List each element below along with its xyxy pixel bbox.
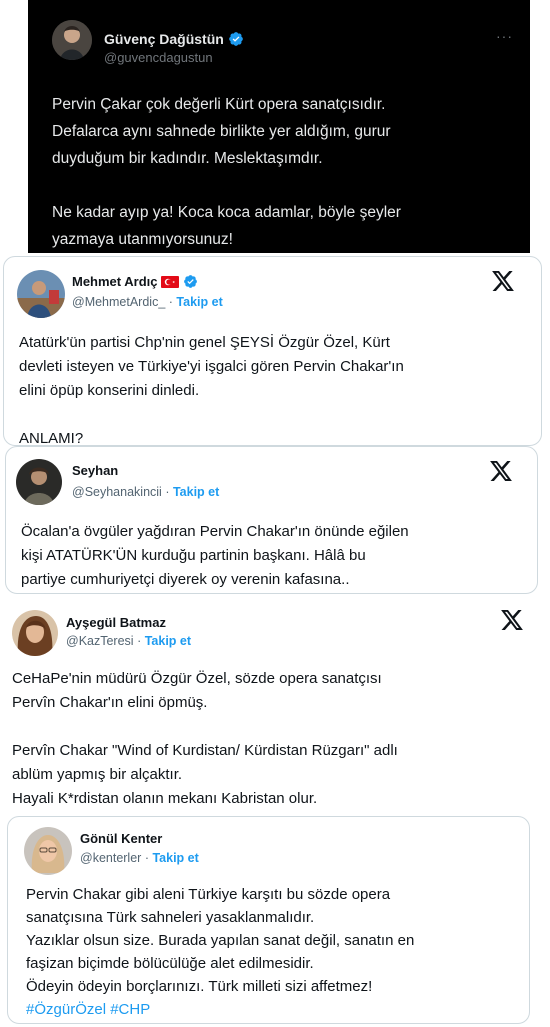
follow-button[interactable]: Takip et: [173, 485, 219, 499]
separator-dot: ·: [144, 851, 149, 865]
verified-badge-icon: [228, 31, 244, 50]
tweet-card-guvenc: Güvenç Dağüstün @guvencdagustun ··· Perv…: [28, 0, 530, 253]
avatar-image: [24, 827, 72, 875]
tweet-text: Pervin Çakar çok değerli Kürt opera sana…: [52, 91, 401, 253]
tweet-line: CeHaPe'nin müdürü Özgür Özel, sözde oper…: [12, 670, 382, 687]
avatar[interactable]: [52, 20, 92, 60]
hashtag-link[interactable]: #CHP: [110, 1001, 150, 1018]
hashtag-line: #ÖzgürÖzel #CHP: [26, 998, 414, 1021]
separator-dot: ·: [137, 634, 142, 648]
author-name[interactable]: Ayşegül Batmaz: [66, 615, 166, 630]
author-handle-row: @Seyhanakincii · Takip et: [72, 485, 219, 499]
avatar[interactable]: [12, 610, 58, 656]
author-handle[interactable]: @MehmetArdic_: [72, 295, 165, 309]
x-logo-icon[interactable]: [492, 271, 514, 296]
tweet-card-mehmet: Mehmet Ardıç @MehmetArdic_ · Takip et At…: [3, 256, 542, 446]
tweet-line: partiye cumhuriyetçi diyerek oy verenin …: [21, 571, 350, 588]
more-options-icon[interactable]: ···: [496, 28, 513, 44]
author-handle-row: @kenterler · Takip et: [80, 851, 199, 865]
tweet-line: elini öpüp konserini dinledi.: [19, 382, 200, 399]
tweet-line: ablüm yapmış bir alçaktır.: [12, 766, 183, 783]
separator-dot: ·: [168, 295, 173, 309]
author-name[interactable]: Güvenç Dağüstün: [104, 31, 244, 50]
author-name[interactable]: Seyhan: [72, 463, 118, 478]
author-name[interactable]: Mehmet Ardıç: [72, 274, 198, 292]
tweet-text: Pervin Chakar gibi aleni Türkiye karşıtı…: [26, 883, 414, 1021]
author-name[interactable]: Gönül Kenter: [80, 831, 162, 846]
tweet-line: Atatürk'ün partisi Chp'nin genel ŞEYSİ Ö…: [19, 334, 390, 351]
author-handle[interactable]: @Seyhanakincii: [72, 485, 162, 499]
tweet-card-seyhan: Seyhan @Seyhanakincii · Takip et Öcalan'…: [5, 446, 538, 594]
tweet-text: Öcalan'a övgüler yağdıran Pervin Chakar'…: [21, 520, 409, 592]
author-handle[interactable]: @guvencdagustun: [104, 50, 213, 65]
tweet-line: ANLAMI?: [19, 430, 84, 446]
tweet-line: Pervîn Chakar'ın elini öpmüş.: [12, 694, 208, 711]
tweet-text: Atatürk'ün partisi Chp'nin genel ŞEYSİ Ö…: [19, 331, 404, 446]
tweet-line: duyduğum bir kadındır. Meslektaşımdır.: [52, 150, 323, 167]
turkey-flag-icon: [161, 276, 180, 291]
verified-badge-icon: [183, 274, 198, 292]
author-handle[interactable]: @KazTeresi: [66, 634, 134, 648]
avatar[interactable]: [16, 459, 62, 505]
author-name-text: Güvenç Dağüstün: [104, 31, 224, 47]
x-logo-icon[interactable]: [490, 461, 512, 486]
avatar-image: [16, 459, 62, 505]
follow-button[interactable]: Takip et: [176, 295, 222, 309]
avatar-image: [17, 270, 65, 318]
tweet-line: Ne kadar ayıp ya! Koca koca adamlar, böy…: [52, 204, 401, 221]
tweet-line: Öcalan'a övgüler yağdıran Pervin Chakar'…: [21, 523, 409, 540]
follow-button[interactable]: Takip et: [145, 634, 191, 648]
tweet-line: kişi ATATÜRK'ÜN kurduğu partinin başkanı…: [21, 547, 366, 564]
author-handle-row: @MehmetArdic_ · Takip et: [72, 295, 223, 309]
tweet-line: Defalarca aynı sahnede birlikte yer aldı…: [52, 123, 391, 140]
tweet-card-gonul: Gönül Kenter @kenterler · Takip et Pervi…: [7, 816, 530, 1024]
tweet-line: Pervin Çakar çok değerli Kürt opera sana…: [52, 96, 386, 113]
tweet-line: yazmaya utanmıyorsunuz!: [52, 231, 233, 248]
tweet-line: Pervîn Chakar "Wind of Kurdistan/ Kürdis…: [12, 742, 398, 759]
author-name-text: Mehmet Ardıç: [72, 274, 158, 289]
tweet-line: Yazıklar olsun size. Burada yapılan sana…: [26, 932, 415, 949]
separator-dot: ·: [165, 485, 170, 499]
tweet-card-aysegul: Ayşegül Batmaz @KazTeresi · Takip et CeH…: [0, 598, 538, 813]
tweet-line: Ödeyin ödeyin borçlarınızı. Türk milleti…: [26, 978, 373, 995]
tweet-line: faşizan biçimde bölücülüğe alet edilmesi…: [26, 955, 314, 972]
follow-button[interactable]: Takip et: [152, 851, 198, 865]
author-handle[interactable]: @kenterler: [80, 851, 141, 865]
avatar-image: [52, 20, 92, 60]
avatar[interactable]: [24, 827, 72, 875]
author-handle-row: @KazTeresi · Takip et: [66, 634, 191, 648]
hashtag-link[interactable]: #ÖzgürÖzel: [26, 1001, 106, 1018]
avatar[interactable]: [17, 270, 65, 318]
avatar-image: [12, 610, 58, 656]
tweet-line: devleti isteyen ve Türkiye'yi işgalci gö…: [19, 358, 404, 375]
tweet-text: CeHaPe'nin müdürü Özgür Özel, sözde oper…: [12, 667, 398, 811]
tweet-line: Hayali K*rdistan olanın mekanı Kabristan…: [12, 790, 318, 807]
tweet-line: sanatçısına Türk sahneleri yasaklanmalıd…: [26, 909, 315, 926]
x-logo-icon[interactable]: [501, 610, 523, 635]
tweet-line: Pervin Chakar gibi aleni Türkiye karşıtı…: [26, 886, 391, 903]
